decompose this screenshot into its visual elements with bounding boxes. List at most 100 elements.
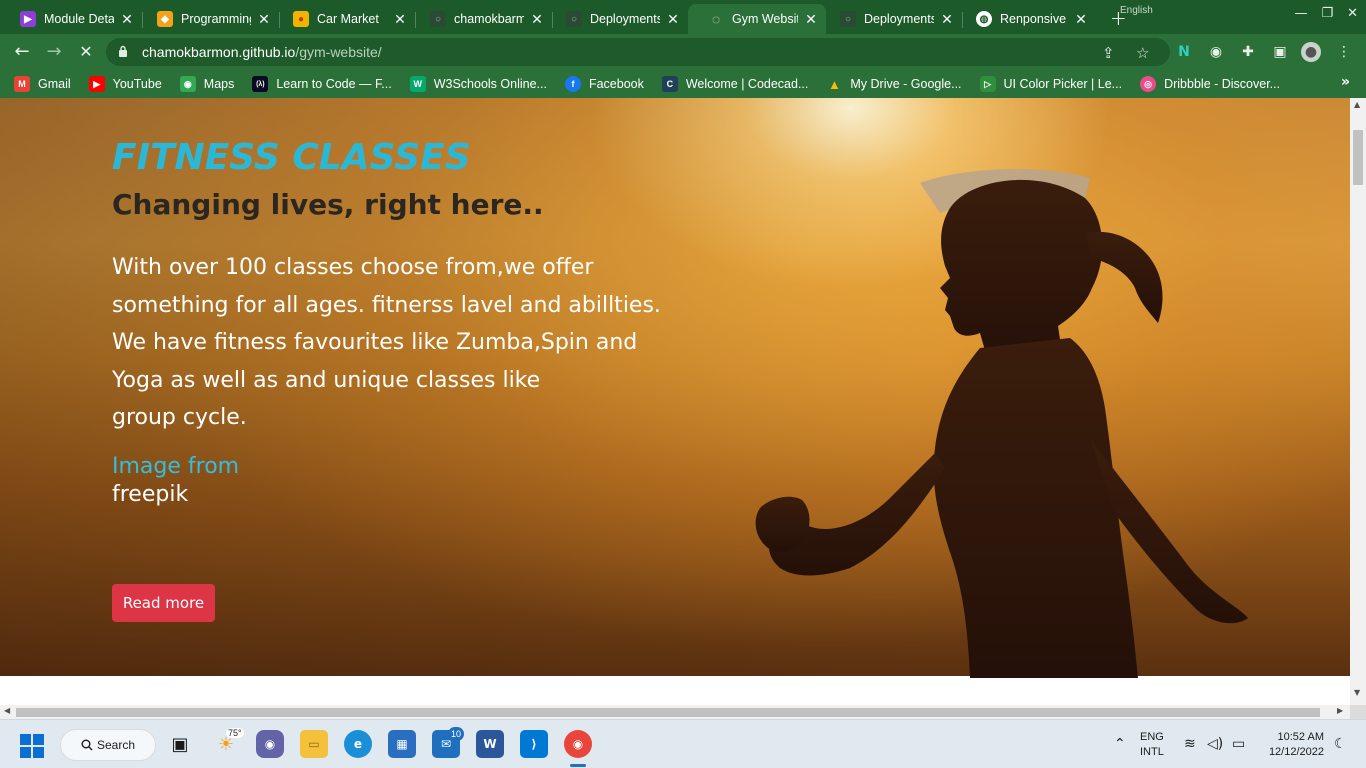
bookmark-label: Learn to Code — F... xyxy=(276,77,392,91)
browser-tab[interactable]: ◍ Renponsive W ✕ xyxy=(956,4,1096,34)
extension-n-icon[interactable]: N xyxy=(1174,42,1194,62)
tab-title: Programming xyxy=(181,12,251,26)
tab-close-icon[interactable]: ✕ xyxy=(1074,11,1088,28)
system-clock[interactable]: 10:52 AM 12/12/2022 xyxy=(1260,730,1324,760)
facebook-icon: f xyxy=(564,76,581,92)
bookmark-facebook[interactable]: f Facebook xyxy=(564,76,644,92)
taskbar-search[interactable]: Search xyxy=(60,729,156,761)
clock-time: 10:52 AM xyxy=(1277,731,1324,743)
show-hidden-icons-chevron-icon[interactable]: ⌃ xyxy=(1114,736,1126,752)
share-icon[interactable]: ⇪ xyxy=(1102,44,1115,62)
search-icon xyxy=(81,739,93,751)
scrollbar-corner xyxy=(1350,705,1366,719)
horizontal-scroll-thumb[interactable] xyxy=(16,708,1320,717)
tab-close-icon[interactable]: ✕ xyxy=(257,11,271,28)
weather-temperature: 75° xyxy=(226,728,244,738)
chrome-menu-icon[interactable]: ⋮ xyxy=(1334,42,1354,62)
clock-date: 12/12/2022 xyxy=(1268,746,1324,758)
bookmark-w3schools[interactable]: W W3Schools Online... xyxy=(409,76,547,92)
bookmark-label: My Drive - Google... xyxy=(850,77,962,91)
bookmark-ui-color-picker[interactable]: ▷ UI Color Picker | Le... xyxy=(979,76,1123,92)
scroll-left-arrow-icon[interactable]: ◀ xyxy=(4,706,10,715)
windows-taskbar: Search ▣ ☀ 75° ◉ ▭ e ▦ ✉ 10 W ⟩ ◉ ⌃ ENG … xyxy=(0,719,1366,768)
bookmark-gmail[interactable]: M Gmail xyxy=(14,76,71,92)
browser-tab-active[interactable]: ◌ Gym Website ✕ xyxy=(688,4,826,34)
profile-avatar[interactable]: ● xyxy=(1301,42,1321,62)
chrome-icon[interactable]: ◉ xyxy=(564,730,592,758)
url-text: chamokbarmon.github.io/gym-website/ xyxy=(142,44,382,60)
edge-browser-icon[interactable]: e xyxy=(344,730,372,758)
browser-tab[interactable]: ○ Deployments ✕ xyxy=(820,4,963,34)
window-controls: — ❐ ✕ xyxy=(1294,6,1358,21)
restore-icon[interactable]: ❐ xyxy=(1321,6,1333,21)
tab-favicon-icon: ◆ xyxy=(157,11,173,27)
browser-tab[interactable]: ● Car Market ✕ xyxy=(273,4,416,34)
browser-tab[interactable]: ◆ Programming ✕ xyxy=(137,4,280,34)
codecademy-icon: C xyxy=(661,76,678,92)
chat-icon[interactable]: ◉ xyxy=(256,730,284,758)
volume-icon[interactable]: ◁) xyxy=(1207,736,1223,752)
input-language-indicator[interactable]: ENG INTL xyxy=(1140,730,1164,760)
tab-close-icon[interactable]: ✕ xyxy=(393,11,407,28)
battery-icon[interactable]: ▭ xyxy=(1232,736,1245,752)
dribbble-icon: ◎ xyxy=(1140,76,1157,92)
language-code: ENG xyxy=(1140,731,1164,743)
tab-close-icon[interactable]: ✕ xyxy=(804,11,818,28)
extension-circle-icon[interactable]: ◉ xyxy=(1206,42,1226,62)
hero-subtitle: Changing lives, right here.. xyxy=(112,187,544,221)
vertical-scroll-thumb[interactable] xyxy=(1353,130,1363,185)
bookmark-dribbble[interactable]: ◎ Dribbble - Discover... xyxy=(1140,76,1280,92)
tab-close-icon[interactable]: ✕ xyxy=(530,11,544,28)
bookmark-label: W3Schools Online... xyxy=(433,77,547,91)
browser-tab[interactable]: ▶ Module Detai ✕ xyxy=(0,4,143,34)
task-view-icon[interactable]: ▣ xyxy=(166,730,194,758)
vscode-icon[interactable]: ⟩ xyxy=(520,730,548,758)
youtube-icon: ▶ xyxy=(88,76,105,92)
minimize-icon[interactable]: — xyxy=(1294,6,1307,21)
scroll-right-arrow-icon[interactable]: ▶ xyxy=(1337,706,1343,715)
bookmark-google-drive[interactable]: ▲ My Drive - Google... xyxy=(826,76,962,92)
bookmark-label: Dribbble - Discover... xyxy=(1164,77,1281,91)
lock-icon xyxy=(119,45,127,57)
bookmark-label: UI Color Picker | Le... xyxy=(1003,77,1123,91)
microsoft-store-icon[interactable]: ▦ xyxy=(388,730,416,758)
freecodecamp-icon: (λ) xyxy=(252,76,269,92)
bookmark-label: Facebook xyxy=(588,77,644,91)
bookmark-codecademy[interactable]: C Welcome | Codecad... xyxy=(661,76,808,92)
side-panel-icon[interactable]: ▣ xyxy=(1270,42,1290,62)
forward-arrow-icon[interactable]: → xyxy=(42,40,66,64)
back-arrow-icon[interactable]: ← xyxy=(10,40,34,64)
url-host: chamokbarmon.github.io xyxy=(142,44,296,60)
search-label: Search xyxy=(97,738,136,752)
horizontal-scrollbar[interactable]: ◀ ▶ xyxy=(0,705,1350,719)
hero-title: FITNESS CLASSES xyxy=(112,137,471,178)
vertical-scrollbar[interactable]: ▲ ▼ xyxy=(1350,98,1366,705)
bookmark-label: YouTube xyxy=(112,77,162,91)
stop-loading-icon[interactable]: ✕ xyxy=(74,40,98,64)
tab-close-icon[interactable]: ✕ xyxy=(666,11,680,28)
tab-close-icon[interactable]: ✕ xyxy=(120,11,134,28)
wifi-icon[interactable]: ≋ xyxy=(1184,736,1196,752)
bookmark-freecodecamp[interactable]: (λ) Learn to Code — F... xyxy=(252,76,392,92)
image-from-link[interactable]: Image from xyxy=(112,453,672,481)
windows-start-icon[interactable] xyxy=(20,734,44,758)
tab-title: Renponsive W xyxy=(1000,12,1068,26)
scroll-down-arrow-icon[interactable]: ▼ xyxy=(1354,688,1360,697)
browser-tab[interactable]: ○ chamokbarm ✕ xyxy=(410,4,553,34)
focus-assist-moon-icon[interactable]: ☾ xyxy=(1334,736,1347,752)
bookmark-maps[interactable]: ◉ Maps xyxy=(179,76,234,92)
bookmark-star-icon[interactable]: ☆ xyxy=(1136,44,1149,62)
extensions-puzzle-icon[interactable]: ✚ xyxy=(1238,42,1258,62)
address-bar[interactable]: chamokbarmon.github.io/gym-website/ ⇪ ☆ xyxy=(106,38,1170,66)
file-explorer-icon[interactable]: ▭ xyxy=(300,730,328,758)
tab-strip: ▶ Module Detai ✕ ◆ Programming ✕ ● Car M… xyxy=(0,0,1366,34)
tab-close-icon[interactable]: ✕ xyxy=(940,11,954,28)
gmail-icon: M xyxy=(14,76,30,92)
read-more-button[interactable]: Read more xyxy=(112,584,215,622)
scroll-up-arrow-icon[interactable]: ▲ xyxy=(1354,100,1360,109)
bookmarks-overflow-icon[interactable]: » xyxy=(1341,74,1350,90)
word-icon[interactable]: W xyxy=(476,730,504,758)
close-window-icon[interactable]: ✕ xyxy=(1347,6,1358,21)
browser-tab[interactable]: ○ Deployments ✕ xyxy=(546,4,688,34)
bookmark-youtube[interactable]: ▶ YouTube xyxy=(88,76,162,92)
